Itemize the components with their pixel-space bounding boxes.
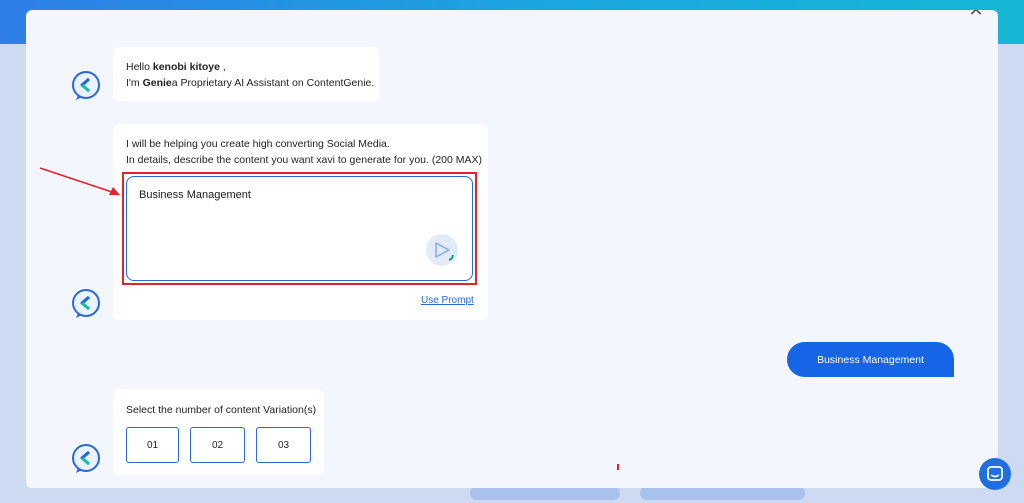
- chat-bubble-logo-icon: [72, 289, 100, 318]
- variation-option-03[interactable]: 03: [256, 427, 311, 463]
- greeting-bubble: Hello kenobi kitoye , I'm Geniea Proprie…: [113, 47, 379, 101]
- chat-launcher-button[interactable]: [979, 458, 1011, 490]
- variation-option-01[interactable]: 01: [126, 427, 179, 463]
- genie-chat-modal: ✕ Hello kenobi kitoye , I'm Geniea Propr…: [26, 10, 998, 488]
- greeting-im: I'm: [126, 77, 143, 89]
- backdrop-ghost-button: [470, 486, 620, 500]
- prompt-instruction-line1: I will be helping you create high conver…: [126, 138, 390, 150]
- close-icon[interactable]: ✕: [966, 10, 986, 20]
- user-reply-bubble: Business Management: [787, 342, 954, 377]
- chat-launcher-icon: [987, 466, 1003, 481]
- chat-bubble-logo-icon: [72, 444, 100, 473]
- prompt-instruction-line2: In details, describe the content you wan…: [126, 154, 483, 166]
- greeting-user-name: kenobi kitoye: [152, 61, 220, 73]
- use-prompt-link[interactable]: Use Prompt: [421, 295, 474, 306]
- greeting-comma: ,: [219, 61, 226, 73]
- greeting-intro: a Proprietary AI Assistant on ContentGen…: [171, 77, 375, 89]
- variation-option-02[interactable]: 02: [190, 427, 245, 463]
- variations-label: Select the number of content Variation(s…: [126, 404, 317, 416]
- annotation-highlight-box: [122, 172, 477, 285]
- greeting-bot-name: Genie: [142, 77, 172, 89]
- chat-bubble-logo-icon: [72, 71, 100, 100]
- backdrop-ghost-button: [640, 486, 805, 500]
- greeting-hello: Hello: [126, 61, 153, 73]
- annotation-marker: [617, 464, 619, 470]
